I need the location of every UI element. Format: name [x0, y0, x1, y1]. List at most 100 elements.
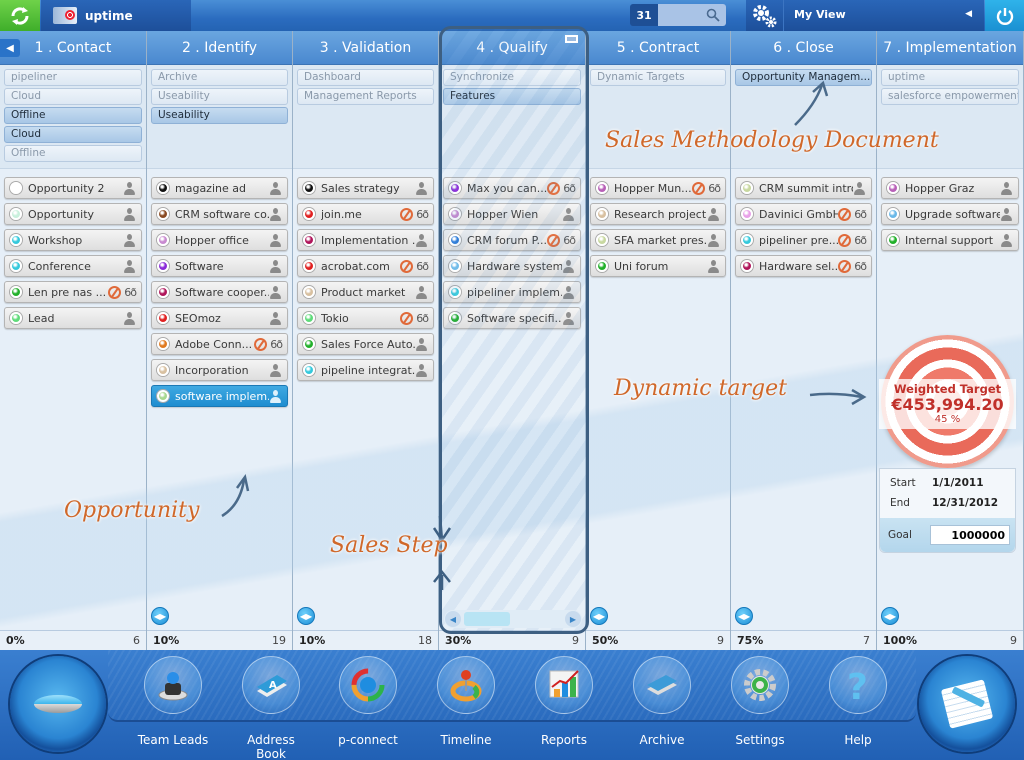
dock-item-team-leads[interactable]: Team Leads	[133, 656, 213, 756]
stage-header[interactable]: 3 . Validation	[293, 31, 438, 65]
column-scrollbar[interactable]: ◀ ▶	[444, 610, 582, 628]
dock-item-timeline[interactable]: Timeline	[426, 656, 506, 756]
opportunity-card[interactable]: Lead	[4, 307, 142, 329]
opportunity-card[interactable]: Len pre nas ... 6ð	[4, 281, 142, 303]
opportunity-card[interactable]: Hardware system	[443, 255, 581, 277]
sync-button[interactable]	[0, 0, 40, 31]
opportunity-card[interactable]: Internal support	[881, 229, 1019, 251]
dock-item-settings[interactable]: Settings	[720, 656, 800, 756]
dock-item-address-book[interactable]: A Address Book	[231, 656, 311, 760]
dock-item-help[interactable]: ? Help	[818, 656, 898, 756]
opportunity-card[interactable]: CRM summit intro	[735, 177, 872, 199]
power-button[interactable]	[985, 0, 1024, 31]
opportunity-card[interactable]: Research project	[590, 203, 726, 225]
stage-header[interactable]: 6 . Close	[731, 31, 876, 65]
document-item[interactable]: Offline	[4, 107, 142, 124]
opportunity-card[interactable]: Implementation ...	[297, 229, 434, 251]
move-opportunity-icon[interactable]: ◀▶	[151, 607, 169, 625]
opportunity-card[interactable]: software implem...	[151, 385, 288, 407]
opportunity-card[interactable]: Adobe Conn... 6ð	[151, 333, 288, 355]
view-selector[interactable]: My View ◀	[746, 0, 984, 31]
scroll-thumb[interactable]	[464, 612, 510, 626]
opportunity-card[interactable]: Max you can... 6ð	[443, 177, 581, 199]
opportunity-card[interactable]: Sales Force Auto...	[297, 333, 434, 355]
opportunity-card[interactable]: Software	[151, 255, 288, 277]
opportunity-card[interactable]: Workshop	[4, 229, 142, 251]
opportunity-card[interactable]: Upgrade software	[881, 203, 1019, 225]
opportunity-card[interactable]: magazine ad	[151, 177, 288, 199]
app-tab[interactable]: uptime	[41, 0, 191, 31]
opportunity-card[interactable]: pipeliner implem...	[443, 281, 581, 303]
opportunity-card[interactable]: SFA market pres...	[590, 229, 726, 251]
opportunity-card[interactable]: acrobat.com 6ð	[297, 255, 434, 277]
status-dot-icon	[10, 286, 22, 298]
opportunity-card[interactable]: Product market	[297, 281, 434, 303]
scroll-right-icon[interactable]: ▶	[565, 611, 581, 627]
opportunity-card[interactable]: SEOmoz	[151, 307, 288, 329]
status-dot-icon	[887, 182, 899, 194]
start-row: Start 1/1/2011	[890, 477, 1015, 489]
dock-item-label: Help	[844, 733, 872, 747]
opportunity-card[interactable]: Davinici GmbH 6ð	[735, 203, 872, 225]
opportunity-card[interactable]: Opportunity	[4, 203, 142, 225]
view-settings-button[interactable]	[746, 0, 784, 31]
document-item[interactable]: Useability	[151, 107, 288, 124]
view-dropdown-arrow-icon[interactable]: ◀	[965, 9, 972, 19]
stage-header[interactable]: 7 . Implementation	[877, 31, 1023, 65]
opportunity-card[interactable]: Tokio 6ð	[297, 307, 434, 329]
dock-item-p-connect[interactable]: p-connect	[328, 656, 408, 756]
user-icon	[562, 207, 575, 221]
move-opportunity-icon[interactable]: ◀▶	[881, 607, 899, 625]
document-item[interactable]: Useability	[151, 88, 288, 105]
document-item[interactable]: Management Reports	[297, 88, 434, 105]
dock-item-archive[interactable]: Archive	[622, 656, 702, 756]
document-item[interactable]: Cloud	[4, 88, 142, 105]
document-item[interactable]: salesforce empowerment	[881, 88, 1019, 105]
document-item[interactable]: Dashboard	[297, 69, 434, 86]
stage-header[interactable]: 5 . Contract	[586, 31, 730, 65]
opportunity-card[interactable]: Hopper Mun... 6ð	[590, 177, 726, 199]
opportunity-card[interactable]: Uni forum	[590, 255, 726, 277]
goal-input[interactable]	[930, 525, 1010, 545]
opportunity-card[interactable]: pipeliner pre... 6ð	[735, 229, 872, 251]
move-opportunity-icon[interactable]: ◀▶	[590, 607, 608, 625]
stage-header[interactable]: 4 . Qualify	[439, 31, 585, 65]
stage-header[interactable]: 2 . Identify	[147, 31, 292, 65]
document-item[interactable]: Offline	[4, 145, 142, 162]
dock-item-reports[interactable]: Reports	[524, 656, 604, 756]
scroll-left-icon[interactable]: ◀	[445, 611, 461, 627]
dock-item-label: Team Leads	[137, 733, 209, 747]
opportunity-card[interactable]: Software cooper...	[151, 281, 288, 303]
status-dot-icon	[596, 182, 608, 194]
document-item[interactable]: Opportunity Managem...	[735, 69, 872, 86]
search-input[interactable]	[658, 4, 726, 26]
opportunity-card[interactable]: join.me 6ð	[297, 203, 434, 225]
opportunity-card[interactable]: Conference	[4, 255, 142, 277]
opportunity-card[interactable]: Hopper office	[151, 229, 288, 251]
document-item[interactable]: Dynamic Targets	[590, 69, 726, 86]
opportunity-card[interactable]: CRM forum P... 6ð	[443, 229, 581, 251]
opportunity-card[interactable]: pipeline integrat...	[297, 359, 434, 381]
move-opportunity-icon[interactable]: ◀▶	[735, 607, 753, 625]
document-item[interactable]: uptime	[881, 69, 1019, 86]
minimize-column-icon[interactable]	[565, 35, 578, 43]
opportunity-card[interactable]: Software specifi...	[443, 307, 581, 329]
user-icon	[853, 181, 866, 195]
notes-button[interactable]	[919, 656, 1015, 752]
opportunity-card[interactable]: Sales strategy	[297, 177, 434, 199]
document-item[interactable]: Archive	[151, 69, 288, 86]
home-button[interactable]	[10, 656, 106, 752]
opportunity-card[interactable]: CRM software co...	[151, 203, 288, 225]
document-item[interactable]: Synchronize	[443, 69, 581, 86]
opportunity-card[interactable]: Opportunity 2	[4, 177, 142, 199]
stage-header[interactable]: 1 . Contact	[0, 31, 146, 65]
document-item[interactable]: Features	[443, 88, 581, 105]
move-opportunity-icon[interactable]: ◀▶	[297, 607, 315, 625]
opportunity-card[interactable]: Hopper Wien	[443, 203, 581, 225]
back-arrow-icon[interactable]: ◀	[0, 39, 20, 57]
document-item[interactable]: Cloud	[4, 126, 142, 143]
opportunity-card[interactable]: Hopper Graz	[881, 177, 1019, 199]
opportunity-card[interactable]: Incorporation	[151, 359, 288, 381]
opportunity-card[interactable]: Hardware sel... 6ð	[735, 255, 872, 277]
document-item[interactable]: pipeliner	[4, 69, 142, 86]
